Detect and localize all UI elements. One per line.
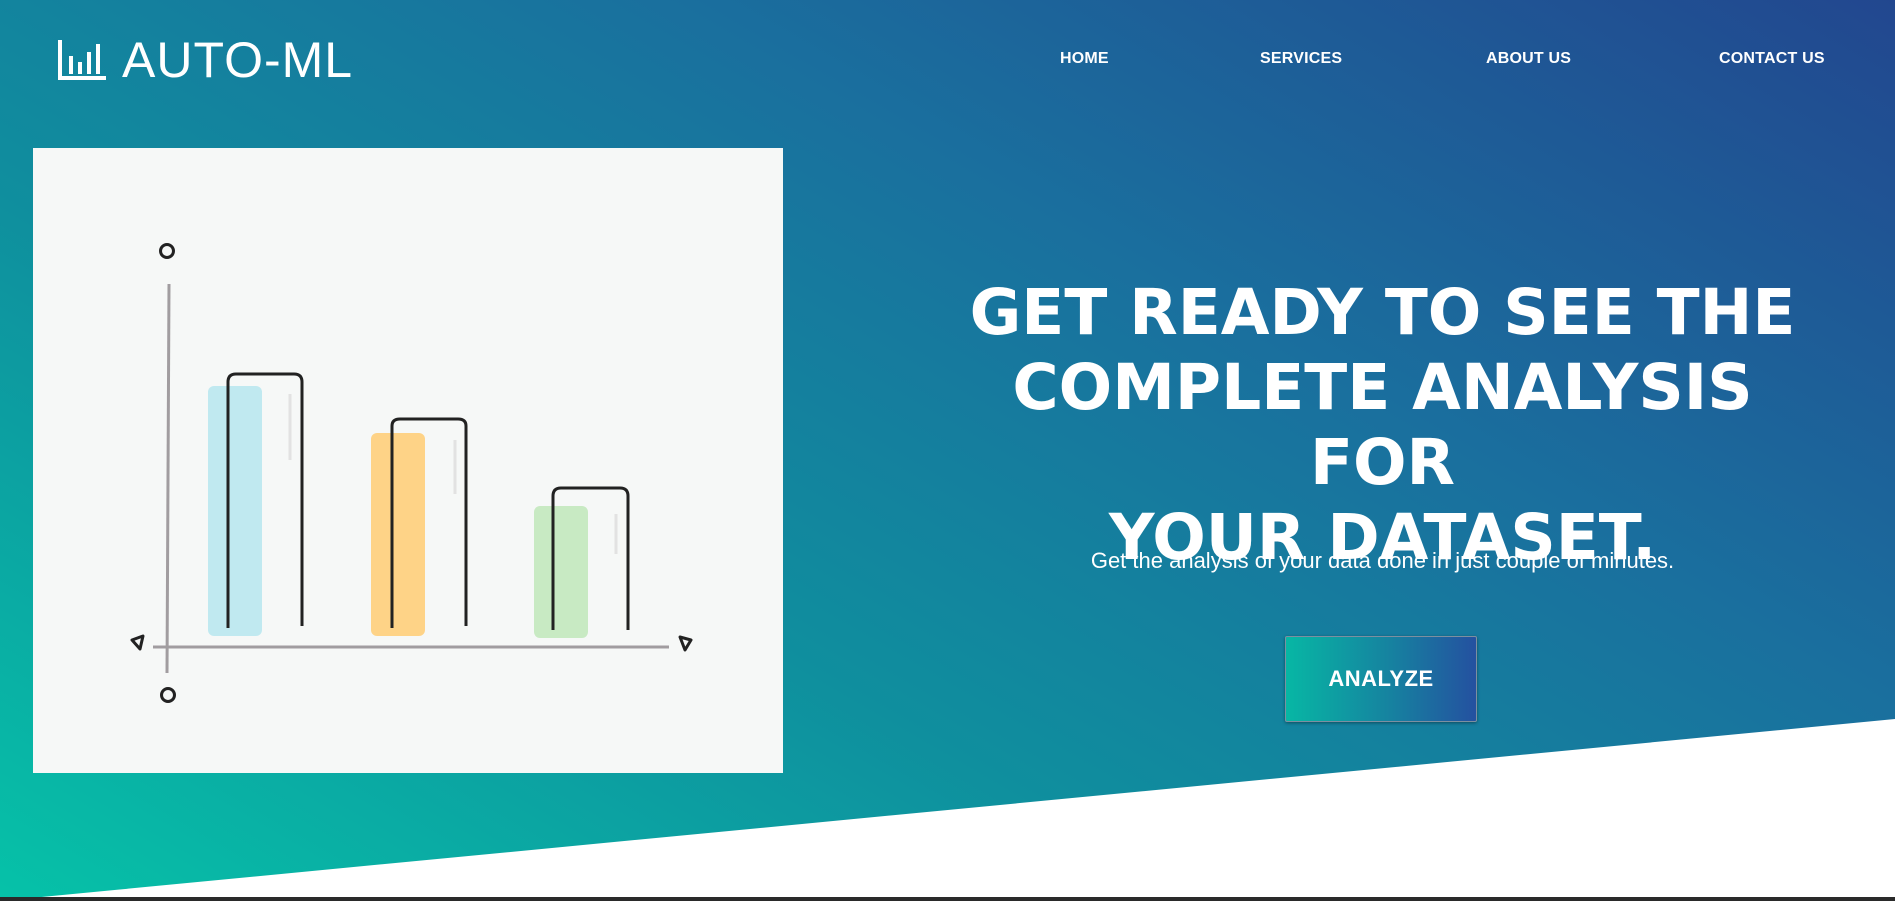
illustration-drawing: [130, 243, 693, 703]
illustration-bar-1: [208, 386, 262, 636]
y-axis-line: [165, 283, 171, 674]
bar-chart-icon: [58, 40, 106, 80]
nav-services[interactable]: SERVICES: [1260, 50, 1342, 68]
nav-about-us[interactable]: ABOUT US: [1486, 50, 1571, 68]
brand-name: AUTO-ML: [122, 32, 354, 88]
illustration-bar-3: [534, 506, 588, 638]
axis-bottom-marker-icon: [160, 687, 176, 703]
axis-left-marker-icon: [130, 634, 145, 651]
bar-chart-illustration: [33, 148, 783, 773]
hero-headline: GET READY TO SEE THE COMPLETE ANALYSIS F…: [940, 275, 1825, 575]
brand-logo[interactable]: AUTO-ML: [56, 34, 353, 86]
axis-top-marker-icon: [159, 243, 175, 259]
nav-home[interactable]: HOME: [1060, 50, 1109, 68]
page-bottom-border: [0, 897, 1895, 901]
axis-right-marker-icon: [678, 635, 693, 652]
analyze-button[interactable]: ANALYZE: [1285, 636, 1477, 722]
nav-contact-us[interactable]: CONTACT US: [1719, 50, 1825, 68]
hero-headline-line-2: COMPLETE ANALYSIS FOR: [1012, 351, 1753, 499]
illustration-bar-2: [371, 433, 425, 636]
hero-headline-line-1: GET READY TO SEE THE: [969, 276, 1796, 349]
hero-subtext: Get the analysis of your data done in ju…: [1090, 548, 1675, 573]
